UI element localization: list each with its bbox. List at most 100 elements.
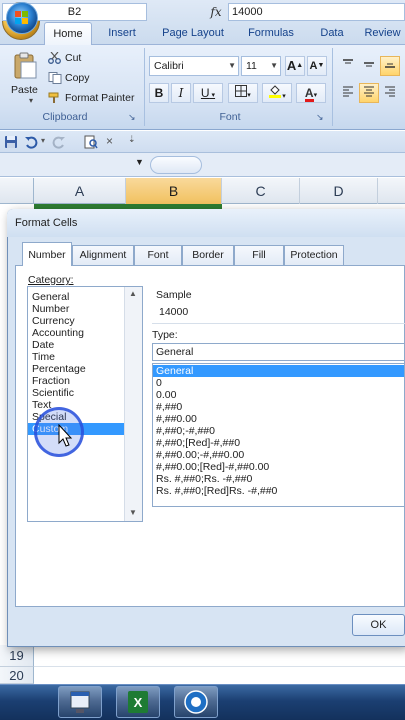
font-name-combo[interactable]: Calibri ▼ xyxy=(149,56,239,76)
ok-button[interactable]: OK xyxy=(352,614,405,636)
chevron-down-icon: ▼ xyxy=(270,61,278,70)
sample-label: Sample xyxy=(156,289,192,301)
paste-icon[interactable] xyxy=(10,52,40,80)
undo-icon[interactable] xyxy=(24,135,38,149)
font-color-glyph: A xyxy=(304,86,314,102)
format-painter-button[interactable]: Format Painter xyxy=(48,92,134,104)
formula-bar-expander[interactable] xyxy=(150,156,202,174)
column-header-c[interactable]: C xyxy=(222,178,300,204)
borders-button[interactable]: ▾ xyxy=(228,83,258,103)
copy-label: Copy xyxy=(65,72,90,84)
category-percentage[interactable]: Percentage xyxy=(28,363,125,375)
align-center-button[interactable] xyxy=(359,83,379,103)
category-text[interactable]: Text xyxy=(28,399,125,411)
tab-formulas[interactable]: Formulas xyxy=(238,22,304,44)
tab-fill[interactable]: Fill xyxy=(234,245,284,265)
type-item[interactable]: Rs. #,##0;[Red]Rs. -#,##0 xyxy=(153,485,404,497)
cut-icon xyxy=(48,52,61,64)
fill-color-button[interactable]: ▾ xyxy=(262,83,292,103)
align-bottom-button[interactable] xyxy=(380,56,400,76)
align-right-button[interactable] xyxy=(380,83,400,103)
align-top-button[interactable] xyxy=(338,56,358,76)
word-taskbar-icon[interactable] xyxy=(58,686,102,718)
tab-page-layout[interactable]: Page Layout xyxy=(154,22,232,44)
customize-qat-icon[interactable]: ⇣ xyxy=(128,134,136,145)
cut-label: Cut xyxy=(65,52,82,64)
cut-button[interactable]: Cut xyxy=(48,52,81,64)
tab-alignment[interactable]: Alignment xyxy=(72,245,134,265)
type-item[interactable]: #,##0.00 xyxy=(153,413,404,425)
tab-home[interactable]: Home xyxy=(44,22,92,46)
type-item[interactable]: #,##0.00;-#,##0.00 xyxy=(153,449,404,461)
type-label: Type: xyxy=(152,329,178,341)
row-header-20[interactable]: 20 xyxy=(0,667,34,684)
undo-dropdown-arrow[interactable]: ▾ xyxy=(41,136,45,145)
bold-button[interactable]: B xyxy=(149,83,169,103)
shrink-font-glyph: A xyxy=(309,60,318,72)
dialog-title: Format Cells xyxy=(7,209,405,237)
italic-button[interactable]: I xyxy=(171,83,191,103)
column-header-b[interactable]: B xyxy=(126,178,222,204)
column-header-a[interactable]: A xyxy=(34,178,126,204)
font-size-combo[interactable]: 11 ▼ xyxy=(241,56,281,76)
tab-protection[interactable]: Protection xyxy=(284,245,344,265)
start-icon[interactable] xyxy=(6,2,38,34)
grid-line xyxy=(34,666,405,667)
excel-taskbar-icon[interactable]: X xyxy=(116,686,160,718)
category-general[interactable]: General xyxy=(28,291,125,303)
type-list[interactable]: General 0 0.00 #,##0 #,##0.00 #,##0;-#,#… xyxy=(152,363,405,507)
type-item[interactable]: 0 xyxy=(153,377,404,389)
row-header-19[interactable]: 19 xyxy=(0,645,34,667)
font-dialog-launcher[interactable]: ↘ xyxy=(316,112,324,123)
type-item[interactable]: 0.00 xyxy=(153,389,404,401)
type-input[interactable]: General xyxy=(152,343,405,361)
type-item[interactable]: #,##0 xyxy=(153,401,404,413)
category-accounting[interactable]: Accounting xyxy=(28,327,125,339)
fill-bucket-icon xyxy=(269,85,282,98)
tab-font[interactable]: Font xyxy=(134,245,182,265)
insert-function-button[interactable]: fx xyxy=(206,3,226,21)
column-header-d[interactable]: D xyxy=(300,178,378,204)
tab-review[interactable]: Review xyxy=(360,22,405,44)
type-item[interactable]: #,##0;-#,##0 xyxy=(153,425,404,437)
category-time[interactable]: Time xyxy=(28,351,125,363)
print-preview-icon[interactable] xyxy=(84,135,98,149)
select-all-corner[interactable] xyxy=(0,178,34,204)
shrink-font-button[interactable]: A▼ xyxy=(307,56,327,76)
borders-icon xyxy=(235,85,248,97)
paste-dropdown-arrow[interactable]: ▾ xyxy=(29,96,33,105)
save-icon[interactable] xyxy=(4,135,18,149)
tab-insert[interactable]: Insert xyxy=(96,22,148,44)
font-color-button[interactable]: A▾ xyxy=(296,83,326,103)
sample-value: 14000 xyxy=(152,301,405,324)
type-item[interactable]: #,##0.00;[Red]-#,##0.00 xyxy=(153,461,404,473)
category-fraction[interactable]: Fraction xyxy=(28,375,125,387)
category-currency[interactable]: Currency xyxy=(28,315,125,327)
tab-border[interactable]: Border xyxy=(182,245,234,265)
clipboard-dialog-launcher[interactable]: ↘ xyxy=(128,112,136,123)
font-name-value: Calibri xyxy=(154,60,184,72)
column-header-row: A B C D xyxy=(0,178,405,204)
type-item[interactable]: Rs. #,##0;Rs. -#,##0 xyxy=(153,473,404,485)
copy-button[interactable]: Copy xyxy=(48,72,90,84)
app-taskbar-icon[interactable] xyxy=(174,686,218,718)
underline-button[interactable]: U ▾ xyxy=(193,83,223,103)
clipboard-group-label: Clipboard xyxy=(42,111,88,123)
grow-font-button[interactable]: A▲ xyxy=(285,56,305,76)
paste-button[interactable]: Paste xyxy=(11,84,38,96)
formula-input[interactable]: 14000 xyxy=(228,3,405,21)
close-icon[interactable]: × xyxy=(106,134,113,148)
name-box-dropdown[interactable]: ▼ xyxy=(135,157,144,167)
scroll-up-icon[interactable]: ▲ xyxy=(129,289,137,298)
tab-number[interactable]: Number xyxy=(22,242,72,266)
category-scientific[interactable]: Scientific xyxy=(28,387,125,399)
align-left-button[interactable] xyxy=(338,83,358,103)
type-item[interactable]: #,##0;[Red]-#,##0 xyxy=(153,437,404,449)
scroll-down-icon[interactable]: ▼ xyxy=(129,508,137,517)
category-scrollbar[interactable]: ▲ ▼ xyxy=(124,287,142,521)
align-middle-button[interactable] xyxy=(359,56,379,76)
type-item[interactable]: General xyxy=(153,365,404,377)
tab-data[interactable]: Data xyxy=(310,22,354,44)
category-date[interactable]: Date xyxy=(28,339,125,351)
category-number[interactable]: Number xyxy=(28,303,125,315)
